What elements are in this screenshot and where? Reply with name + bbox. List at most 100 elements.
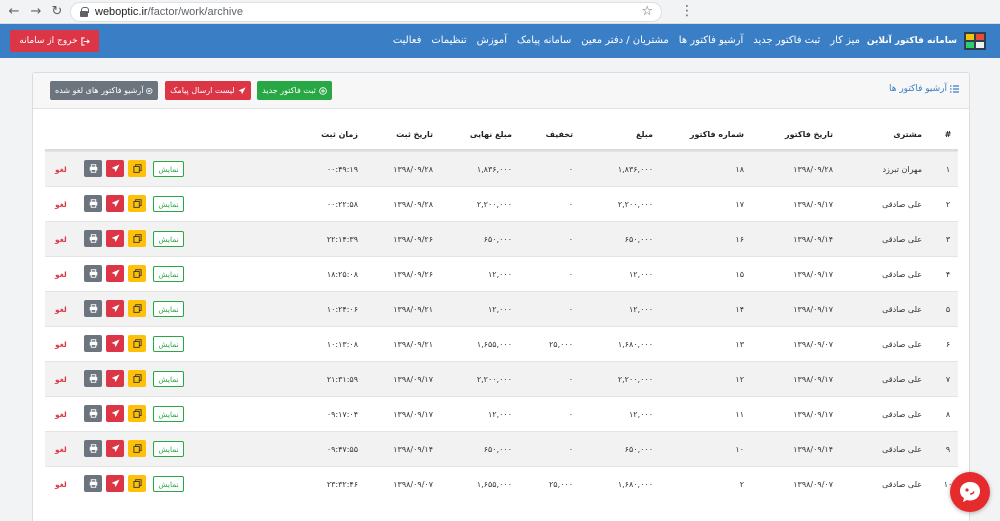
canceled-archive-button[interactable]: آرشیو فاکتور های لغو شده — [50, 81, 158, 100]
col-invoice-date: تاریخ فاکتور — [785, 129, 833, 139]
cell-amount: ۱۲,۰۰۰ — [628, 304, 653, 314]
send-sms-button[interactable] — [106, 335, 124, 352]
cancel-link[interactable]: لغو — [55, 327, 67, 361]
send-sms-button[interactable] — [106, 195, 124, 212]
cancel-link[interactable]: لغو — [55, 397, 67, 431]
show-button[interactable]: نمایش — [153, 441, 184, 457]
nav-item-customers[interactable]: مشتریان / دفتر معین — [576, 24, 673, 58]
cell-invoice-date: ۱۳۹۸/۰۹/۱۴ — [793, 444, 833, 454]
lock-icon — [80, 7, 89, 17]
star-icon[interactable]: ☆ — [641, 4, 653, 20]
show-button[interactable]: نمایش — [153, 406, 184, 422]
copy-button[interactable] — [128, 230, 146, 247]
cell-amount: ۶۵۰,۰۰۰ — [624, 444, 653, 454]
reload-icon[interactable]: ↻ — [49, 4, 65, 20]
cell-final: ۱۲,۰۰۰ — [487, 269, 512, 279]
cell-reg-time: ۱۰:۲۴:۰۶ — [326, 304, 358, 314]
address-bar[interactable]: weboptic.ir/factor/work/archive ☆ — [70, 2, 662, 22]
copy-button[interactable] — [128, 195, 146, 212]
send-sms-button[interactable] — [106, 160, 124, 177]
print-button[interactable] — [84, 335, 102, 352]
nav-item-activity[interactable]: فعالیت — [388, 24, 427, 58]
forward-icon[interactable]: → — [28, 4, 44, 20]
send-sms-button[interactable] — [106, 440, 124, 457]
copy-button[interactable] — [128, 300, 146, 317]
cell-invoice-date: ۱۳۹۸/۰۹/۱۷ — [793, 374, 833, 384]
send-sms-button[interactable] — [106, 405, 124, 422]
print-button[interactable] — [84, 230, 102, 247]
copy-button[interactable] — [128, 440, 146, 457]
cell-final: ۲,۲۰۰,۰۰۰ — [476, 374, 512, 384]
send-sms-button[interactable] — [106, 300, 124, 317]
send-sms-button[interactable] — [106, 230, 124, 247]
print-icon — [89, 444, 98, 453]
copy-icon — [132, 234, 142, 243]
print-button[interactable] — [84, 300, 102, 317]
print-button[interactable] — [84, 195, 102, 212]
show-button[interactable]: نمایش — [153, 266, 184, 282]
cancel-link[interactable]: لغو — [55, 362, 67, 396]
copy-button[interactable] — [128, 335, 146, 352]
cell-customer: علی صادقی — [882, 199, 922, 209]
nav-item-new-invoice[interactable]: ثبت فاکتور جدید — [748, 24, 825, 58]
cell-amount: ۱,۶۸۰,۰۰۰ — [617, 339, 653, 349]
col-invoice-number: شماره فاکتور — [689, 129, 744, 139]
show-button[interactable]: نمایش — [153, 161, 184, 177]
cancel-link[interactable]: لغو — [55, 467, 67, 501]
show-button[interactable]: نمایش — [153, 231, 184, 247]
logout-button[interactable]: خروج از سامانه — [10, 30, 99, 52]
cancel-link[interactable]: لغو — [55, 292, 67, 326]
cell-reg-time: ۲۲:۱۴:۳۹ — [326, 234, 358, 244]
back-icon[interactable]: ← — [6, 4, 22, 20]
show-button[interactable]: نمایش — [153, 371, 184, 387]
brand[interactable]: سامانه فاکتور آنلاین — [867, 27, 988, 55]
new-invoice-button[interactable]: ثبت فاکتور جدید — [257, 81, 332, 100]
cancel-link[interactable]: لغو — [55, 187, 67, 221]
cancel-link[interactable]: لغو — [55, 222, 67, 256]
nav-item-tutorial[interactable]: آموزش — [472, 24, 512, 58]
send-icon — [110, 234, 120, 243]
cell-reg-time: ۲۳:۳۲:۴۶ — [326, 479, 358, 489]
cell-final: ۱,۶۵۵,۰۰۰ — [476, 339, 512, 349]
cell-invoice-number: ۱۲ — [735, 374, 744, 384]
print-button[interactable] — [84, 475, 102, 492]
copy-button[interactable] — [128, 370, 146, 387]
show-button[interactable]: نمایش — [153, 301, 184, 317]
show-button[interactable]: نمایش — [153, 196, 184, 212]
cancel-link[interactable]: لغو — [55, 257, 67, 291]
new-invoice-label: ثبت فاکتور جدید — [262, 86, 316, 95]
nav-item-settings[interactable]: تنظیمات — [426, 24, 471, 58]
print-button[interactable] — [84, 160, 102, 177]
copy-icon — [132, 269, 142, 278]
sms-list-button[interactable]: لیست ارسال پیامک — [165, 81, 251, 100]
send-icon — [238, 86, 246, 94]
col-num: # — [944, 129, 952, 139]
cancel-link[interactable]: لغو — [55, 152, 67, 186]
print-button[interactable] — [84, 405, 102, 422]
canceled-archive-label: آرشیو فاکتور های لغو شده — [55, 86, 144, 95]
print-button[interactable] — [84, 265, 102, 282]
nav-item-desk[interactable]: میز کار — [825, 24, 865, 58]
cell-reg-time: ۰۹:۱۷:۰۴ — [326, 409, 358, 419]
cell-amount: ۱۲,۰۰۰ — [628, 409, 653, 419]
copy-button[interactable] — [128, 405, 146, 422]
cancel-link[interactable]: لغو — [55, 432, 67, 466]
print-button[interactable] — [84, 370, 102, 387]
print-button[interactable] — [84, 440, 102, 457]
copy-button[interactable] — [128, 265, 146, 282]
send-sms-button[interactable] — [106, 475, 124, 492]
cell-invoice-number: ۱۴ — [735, 304, 744, 314]
send-sms-button[interactable] — [106, 370, 124, 387]
copy-button[interactable] — [128, 475, 146, 492]
cell-final: ۲,۲۰۰,۰۰۰ — [476, 199, 512, 209]
chat-widget[interactable] — [950, 472, 990, 512]
cell-num: ۴ — [945, 269, 951, 279]
copy-icon — [132, 444, 142, 453]
show-button[interactable]: نمایش — [153, 336, 184, 352]
nav-item-sms[interactable]: سامانه پیامک — [512, 24, 576, 58]
show-button[interactable]: نمایش — [153, 476, 184, 492]
send-sms-button[interactable] — [106, 265, 124, 282]
copy-button[interactable] — [128, 160, 146, 177]
nav-item-archive[interactable]: آرشیو فاکتور ها — [674, 24, 748, 58]
more-icon[interactable]: ⋮ — [680, 3, 694, 19]
